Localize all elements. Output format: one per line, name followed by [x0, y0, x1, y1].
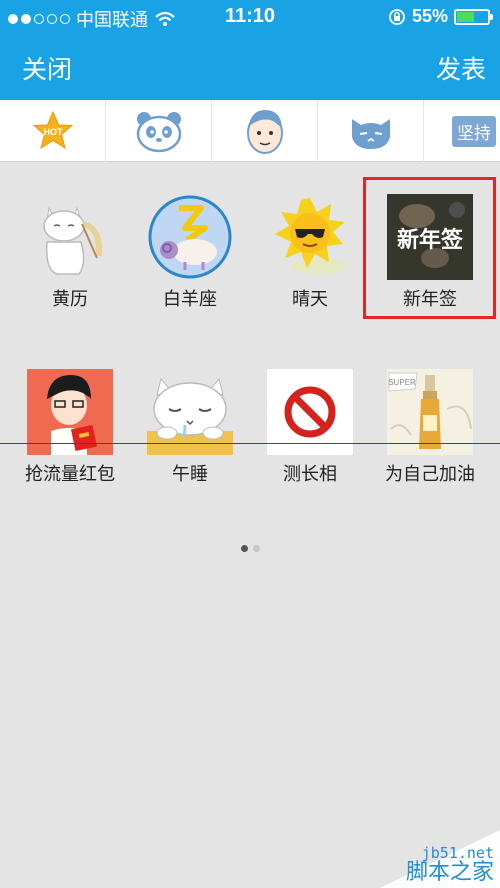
- battery-area: 55%: [388, 6, 493, 27]
- tab-boy[interactable]: [212, 100, 318, 162]
- item-nap[interactable]: 午睡: [130, 369, 250, 486]
- item-label: 测长相: [283, 464, 337, 484]
- text-sticker-icon: 坚持: [452, 115, 496, 147]
- item-aries[interactable]: 白羊座: [130, 194, 250, 311]
- status-bar: 中国联通 11:10 55%: [0, 0, 500, 34]
- white-cat-meditating-icon: [27, 194, 113, 280]
- battery-percent: 55%: [411, 6, 448, 26]
- item-huangli[interactable]: 黄历: [10, 194, 130, 311]
- item-label: 白羊座: [163, 289, 217, 309]
- item-label: 晴天: [292, 289, 328, 309]
- boy-face-icon: [246, 110, 283, 154]
- hot-text: HOT: [43, 127, 63, 137]
- page-indicator[interactable]: [0, 545, 500, 552]
- item-label: 抢流量红包: [25, 464, 115, 484]
- close-button[interactable]: 关闭: [22, 50, 72, 86]
- page-dot: [252, 545, 260, 552]
- tab-panda[interactable]: [106, 100, 212, 162]
- item-label: 为自己加油: [385, 464, 475, 484]
- nav-bar: 关闭 发表: [0, 34, 500, 100]
- rotation-lock-icon: [389, 8, 405, 25]
- item-traffic-red-packet[interactable]: 抢流量红包: [10, 369, 130, 486]
- annotation-line: [0, 443, 500, 444]
- aries-sheep-icon: [147, 194, 233, 280]
- item-sunny[interactable]: 晴天: [250, 194, 370, 311]
- sticker-category-tabs: HOT 坚持: [0, 100, 500, 162]
- tab-cat[interactable]: [318, 100, 424, 162]
- page-dot-active: [240, 545, 248, 552]
- item-cheer-yourself[interactable]: SUPER 为自己加油: [370, 369, 490, 486]
- watermark: jb51.net 脚本之家: [360, 818, 500, 888]
- watermark-name: 脚本之家: [405, 859, 494, 884]
- item-label: 午睡: [172, 464, 208, 484]
- item-face-test[interactable]: 测长相: [250, 369, 370, 486]
- sun-sunglasses-icon: [267, 194, 353, 280]
- overlay-text: SUPER: [388, 378, 416, 387]
- battery-icon: [454, 8, 493, 25]
- item-label: 黄历: [52, 289, 88, 309]
- tab-hot[interactable]: HOT: [0, 100, 106, 162]
- tab-text-stickers[interactable]: 坚持: [424, 100, 500, 162]
- cat-face-icon: [351, 119, 390, 149]
- hot-star-icon: HOT: [32, 110, 73, 150]
- highlight-box: [363, 177, 496, 319]
- panda-icon: [136, 112, 181, 153]
- post-button[interactable]: 发表: [436, 50, 486, 86]
